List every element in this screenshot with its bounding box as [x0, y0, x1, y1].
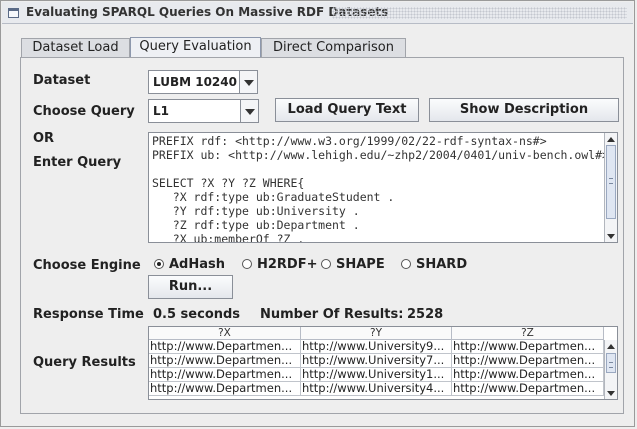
scroll-thumb[interactable]	[606, 145, 616, 219]
run-button[interactable]: Run...	[148, 275, 233, 299]
tab-dataset-load[interactable]: Dataset Load	[21, 38, 130, 57]
column-header-y[interactable]: ?Y	[301, 327, 452, 340]
column-header-x[interactable]: ?X	[149, 327, 301, 340]
load-query-text-button[interactable]: Load Query Text	[275, 98, 419, 122]
query-text-area[interactable]: PREFIX rdf: <http://www.w3.org/1999/02/2…	[148, 132, 618, 243]
chevron-down-icon[interactable]	[240, 100, 258, 122]
window-icon	[8, 8, 19, 18]
radio-selected-icon	[154, 259, 164, 269]
results-scrollbar[interactable]	[604, 340, 617, 399]
dataset-select[interactable]: LUBM 10240	[148, 70, 258, 94]
table-cell[interactable]: http://www.Departmen...	[149, 340, 301, 354]
scroll-up-icon[interactable]	[605, 133, 617, 145]
query-scrollbar[interactable]	[604, 133, 617, 242]
show-description-button[interactable]: Show Description	[429, 98, 619, 122]
response-time-value: 0.5 seconds	[153, 307, 241, 322]
table-cell[interactable]: http://www.Departmen...	[149, 382, 301, 396]
chevron-down-icon[interactable]	[239, 71, 257, 93]
table-cell[interactable]: http://www.University1...	[301, 368, 452, 382]
number-of-results-value: 2528	[407, 307, 444, 322]
tab-label: Query Evaluation	[139, 39, 252, 54]
table-cell[interactable]: http://www.Departmen...	[452, 368, 604, 382]
dataset-value: LUBM 10240	[153, 75, 237, 89]
dataset-label: Dataset	[33, 73, 91, 88]
query-value: L1	[153, 104, 169, 118]
table-cell[interactable]: http://www.University4...	[301, 382, 452, 396]
table-cell[interactable]: http://www.Departmen...	[149, 368, 301, 382]
engine-label: H2RDF+	[257, 257, 318, 272]
tab-direct-comparison[interactable]: Direct Comparison	[261, 38, 406, 57]
query-text[interactable]: PREFIX rdf: <http://www.w3.org/1999/02/2…	[152, 134, 609, 242]
tab-query-evaluation[interactable]: Query Evaluation	[130, 37, 261, 58]
or-label: OR	[33, 131, 55, 146]
choose-engine-label: Choose Engine	[33, 258, 141, 273]
engine-label: SHARD	[416, 257, 468, 272]
scroll-down-icon[interactable]	[605, 387, 617, 399]
scroll-thumb[interactable]	[606, 353, 616, 373]
column-header-z[interactable]: ?Z	[452, 327, 604, 340]
results-table[interactable]: ?X ?Y ?Z http://www.Departmen... http://…	[148, 326, 618, 400]
enter-query-label: Enter Query	[33, 155, 122, 170]
scroll-up-icon[interactable]	[605, 340, 617, 352]
table-cell[interactable]: http://www.University7...	[301, 354, 452, 368]
engine-label: SHAPE	[336, 257, 385, 272]
radio-icon	[401, 259, 411, 269]
table-cell[interactable]: http://www.Departmen...	[149, 354, 301, 368]
tab-label: Dataset Load	[32, 40, 119, 55]
app-window: Evaluating SPARQL Queries On Massive RDF…	[0, 0, 635, 427]
title-bar-grip	[332, 7, 627, 19]
scroll-down-icon[interactable]	[605, 230, 617, 242]
title-bar[interactable]: Evaluating SPARQL Queries On Massive RDF…	[2, 2, 633, 24]
response-time-label: Response Time	[33, 307, 144, 322]
table-cell[interactable]: http://www.University9...	[301, 340, 452, 354]
radio-icon	[242, 259, 252, 269]
table-cell[interactable]: http://www.Departmen...	[452, 382, 604, 396]
choose-query-label: Choose Query	[33, 104, 135, 119]
engine-label: AdHash	[169, 257, 226, 272]
table-cell[interactable]: http://www.Departmen...	[452, 354, 604, 368]
number-of-results-label: Number Of Results:	[260, 307, 404, 322]
radio-icon	[321, 259, 331, 269]
tab-label: Direct Comparison	[273, 40, 394, 55]
table-cell[interactable]: http://www.Departmen...	[452, 340, 604, 354]
query-results-label: Query Results	[33, 355, 136, 370]
query-select[interactable]: L1	[148, 99, 259, 123]
